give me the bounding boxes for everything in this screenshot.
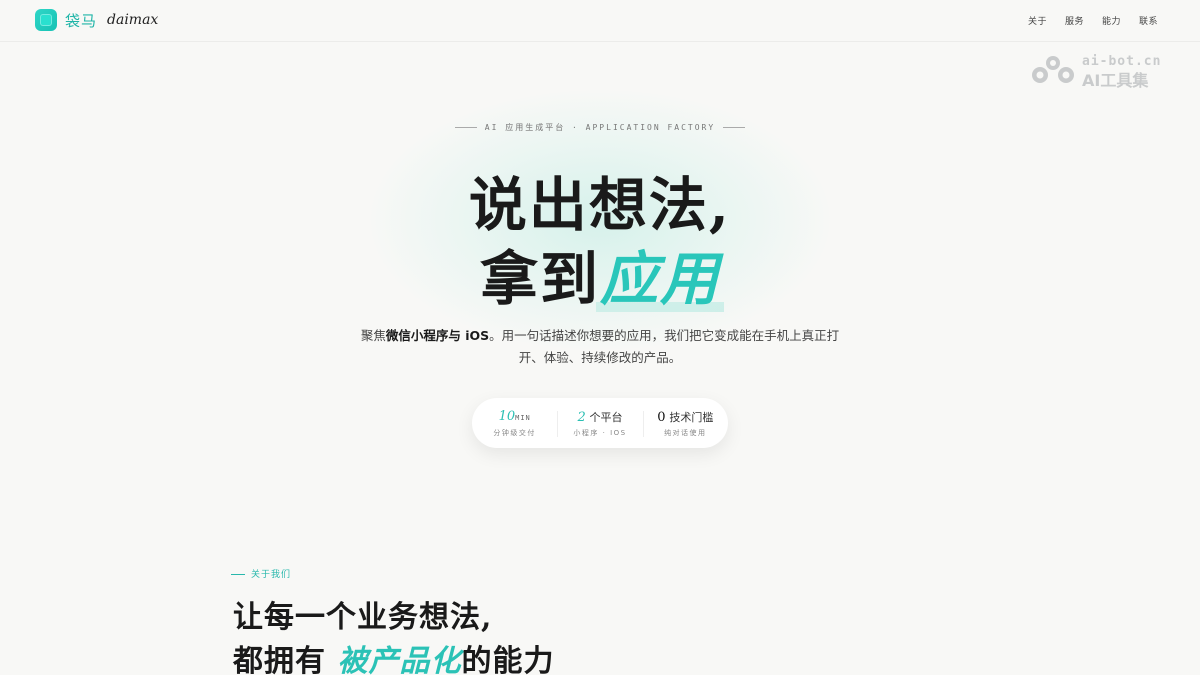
- stat-unit: 技术门槛: [669, 410, 714, 424]
- about-heading-line1: 让每一个业务想法,: [233, 600, 493, 635]
- hero-eyebrow: AI 应用生成平台 · APPLICATION FACTORY: [0, 122, 1200, 133]
- nav-link-capabilities[interactable]: 能力: [1102, 14, 1121, 27]
- brand-logo[interactable]: 袋马 daimax: [35, 9, 158, 31]
- desc-highlight: 微信小程序与 iOS: [385, 328, 490, 343]
- hero-title-accent: 应用: [595, 232, 725, 316]
- hero-title-line2: 拿到应用: [0, 232, 1200, 316]
- about-section-tag: 关于我们: [231, 567, 291, 580]
- stat-delivery-time: 10MIN 分钟级交付: [472, 409, 557, 438]
- desc-prefix: 聚焦: [360, 328, 386, 343]
- stat-value: 2: [577, 409, 586, 425]
- about-heading-accent: 被产品化: [337, 644, 462, 675]
- stat-value: 10: [498, 408, 516, 424]
- stats-pill: 10MIN 分钟级交付 2 个平台 小程序 · IOS 0 技术门槛 纯对话使用: [472, 398, 728, 448]
- stat-unit: 个平台: [589, 410, 623, 424]
- stat-label: 纯对话使用: [664, 428, 707, 437]
- stat-value: 0: [657, 409, 666, 425]
- stat-platforms: 2 个平台 小程序 · IOS: [557, 409, 642, 438]
- stat-label: 小程序 · IOS: [573, 428, 627, 437]
- nav-link-services[interactable]: 服务: [1065, 14, 1084, 27]
- main-nav: 关于 服务 能力 联系: [1028, 14, 1158, 27]
- stat-unit: MIN: [515, 413, 531, 422]
- top-bar: 袋马 daimax 关于 服务 能力 联系: [0, 0, 1200, 42]
- watermark: ai-bot.cn AI工具集: [1030, 54, 1170, 90]
- watermark-name: AI工具集: [1082, 71, 1149, 90]
- hero-title-line1: 说出想法,: [468, 171, 732, 239]
- brand-name-en: daimax: [107, 12, 159, 28]
- hero-title-plain: 拿到: [479, 245, 600, 313]
- about-heading-suffix: 的能力: [461, 644, 555, 675]
- about-heading-line2: 都拥有 被产品化的能力: [233, 636, 554, 675]
- stat-tech-barrier: 0 技术门槛 纯对话使用: [642, 409, 728, 438]
- brand-name-cn: 袋马: [65, 11, 98, 30]
- hero-description: 聚焦微信小程序与 iOS。用一句话描述你想要的应用，我们把它变成能在手机上真正打…: [360, 325, 840, 369]
- desc-rest: 。用一句话描述你想要的应用，我们把它变成能在手机上真正打开、体验、持续修改的产品…: [489, 328, 840, 365]
- stat-label: 分钟级交付: [493, 428, 536, 437]
- nav-link-about[interactable]: 关于: [1028, 14, 1047, 27]
- ai-bot-logo-icon: [1032, 56, 1074, 83]
- about-heading-prefix: 都拥有: [233, 644, 338, 675]
- logo-icon: [35, 9, 57, 31]
- nav-link-contact[interactable]: 联系: [1139, 14, 1158, 27]
